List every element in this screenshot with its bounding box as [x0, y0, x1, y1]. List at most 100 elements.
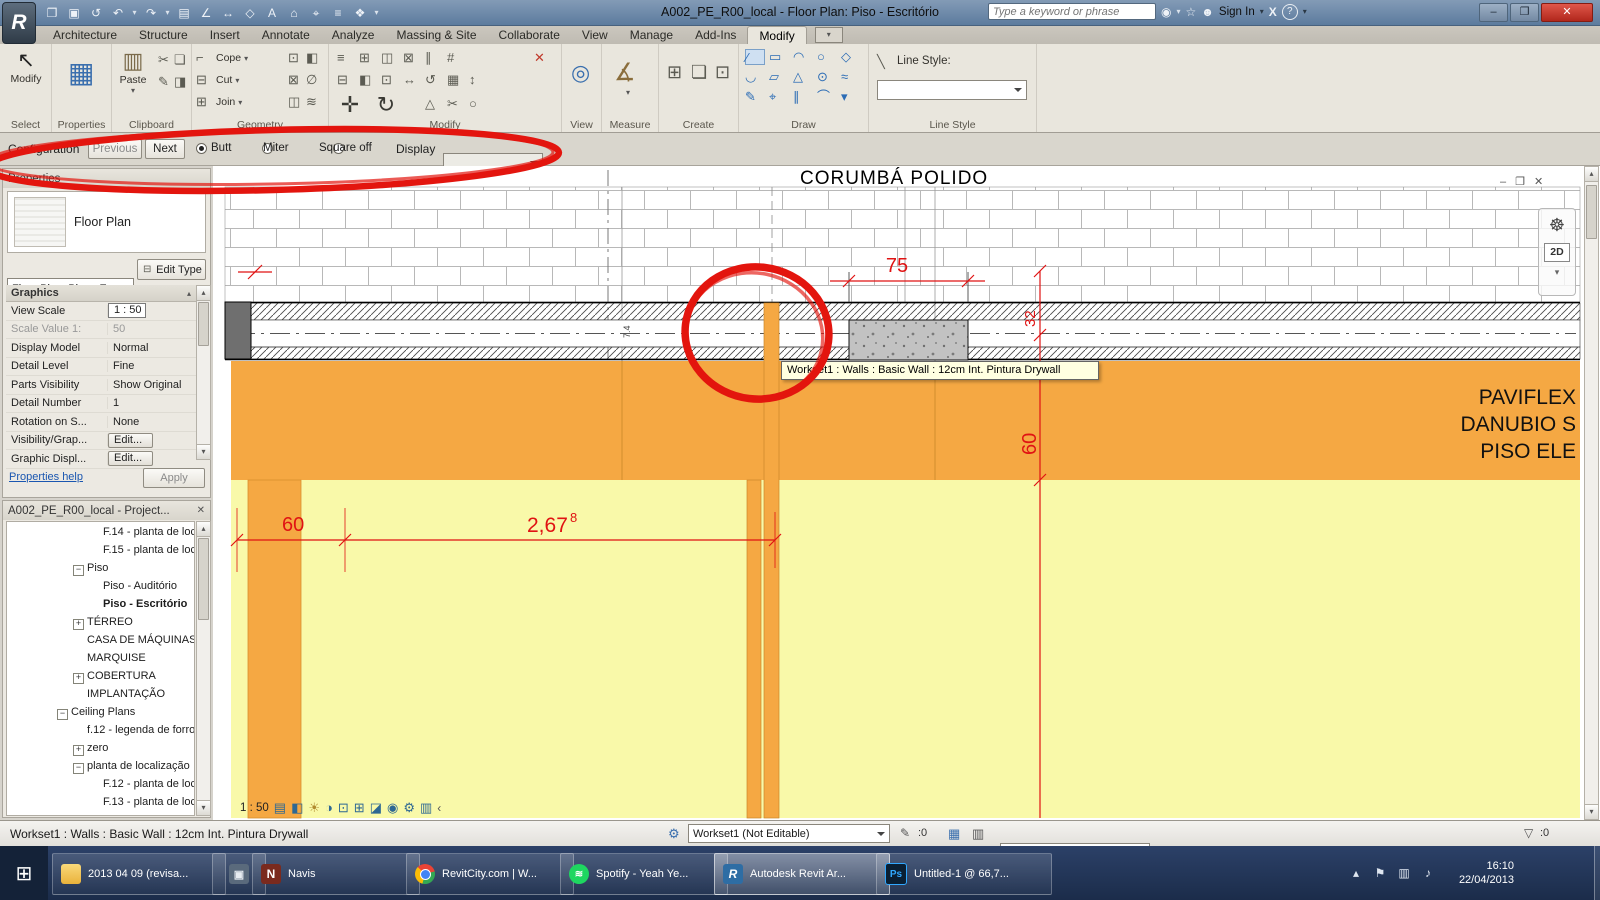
reveal-hidden-elements-icon[interactable]: ◉: [387, 800, 398, 816]
visual-style-icon[interactable]: ◧: [291, 800, 303, 816]
taskbar-item-folder[interactable]: 2013 04 09 (revisa...: [52, 853, 226, 895]
shadows-icon[interactable]: ◑: [325, 800, 333, 815]
application-menu-button[interactable]: R: [2, 2, 36, 44]
drywall-wall-plan[interactable]: [764, 303, 779, 818]
tree-item[interactable]: Piso: [87, 562, 108, 579]
tab-collaborate[interactable]: Collaborate: [488, 26, 571, 44]
apply-button[interactable]: Apply: [143, 468, 205, 488]
tree-item[interactable]: MARQUISE: [87, 652, 146, 669]
tree-item[interactable]: F.13 - planta de loca: [103, 796, 195, 813]
delete-icon[interactable]: ✕: [534, 50, 551, 66]
measure-dropdown-icon[interactable]: ▾: [626, 88, 630, 97]
nav-expand-icon[interactable]: ▾: [1539, 267, 1575, 278]
worksharing-display-icon[interactable]: ⚙: [403, 800, 415, 816]
draw-pick-point-icon[interactable]: ⌖: [769, 89, 789, 105]
tree-item[interactable]: Piso - Auditório: [103, 580, 177, 597]
tree-item[interactable]: F.14 - planta de localiza: [103, 526, 195, 543]
expand-icon[interactable]: +: [73, 673, 84, 684]
tab-architecture[interactable]: Architecture: [42, 26, 128, 44]
view-restore-icon[interactable]: ❐: [1515, 175, 1525, 188]
tree-item[interactable]: f.12 - legenda de forros: [87, 724, 195, 741]
panel-label-draw[interactable]: Draw: [739, 119, 868, 131]
tab-structure[interactable]: Structure: [128, 26, 199, 44]
maximize-button[interactable]: ❐: [1510, 3, 1539, 22]
view-close-icon[interactable]: ✕: [1534, 175, 1543, 188]
property-row[interactable]: Scale Value 1:50: [6, 321, 196, 340]
search-dropdown-icon[interactable]: ▾: [1176, 7, 1180, 16]
draw-circle-icon[interactable]: ○: [817, 49, 837, 65]
graphic-display-edit-button[interactable]: Edit...: [108, 451, 153, 466]
draw-parallelogram-icon[interactable]: ▱: [769, 69, 789, 85]
create-similar-icon[interactable]: ❏: [691, 62, 707, 83]
graphics-section-header[interactable]: Graphics ▴: [6, 285, 196, 302]
start-button[interactable]: ⊞: [0, 846, 48, 900]
property-row[interactable]: Visibility/Grap...Edit...: [6, 432, 196, 451]
panel-label-properties[interactable]: Properties: [52, 119, 111, 131]
scrollbar-thumb[interactable]: [1586, 185, 1597, 239]
draw-rectangle-icon[interactable]: ▭: [769, 49, 789, 65]
search-input[interactable]: [988, 3, 1156, 20]
modify-extra-1-icon[interactable]: △: [425, 96, 442, 112]
previous-button[interactable]: Previous: [88, 139, 142, 159]
wall-joins-icon[interactable]: ⊡: [288, 50, 305, 66]
tab-manage[interactable]: Manage: [619, 26, 684, 44]
worksets-icon[interactable]: ⚙: [668, 826, 680, 842]
property-row[interactable]: Graphic Displ...Edit...: [6, 450, 196, 469]
properties-button[interactable]: ▦: [68, 56, 94, 89]
close-button[interactable]: ✕: [1541, 3, 1593, 22]
property-row[interactable]: Display ModelNormal: [6, 339, 196, 358]
minimize-button[interactable]: –: [1479, 3, 1508, 22]
type-selector-box[interactable]: Floor Plan: [7, 191, 206, 253]
sun-path-icon[interactable]: ☀: [308, 800, 320, 816]
panel-label-select[interactable]: Select: [0, 119, 51, 131]
offset-icon[interactable]: ⊞: [359, 50, 376, 66]
scroll-up-icon[interactable]: ▴: [197, 522, 210, 537]
tree-item[interactable]: F.15 - planta de localiza: [103, 544, 195, 561]
taskbar-item-navisworks[interactable]: N Navis: [252, 853, 420, 895]
move-icon[interactable]: ✛: [337, 92, 363, 118]
panel-label-create[interactable]: Create: [659, 119, 738, 131]
paint-icon[interactable]: ◫: [288, 94, 305, 110]
project-browser-header[interactable]: A002_PE_R00_local - Project... ✕: [3, 501, 210, 520]
tab-analyze[interactable]: Analyze: [321, 26, 386, 44]
scroll-up-icon[interactable]: ▴: [1585, 167, 1598, 182]
tree-item[interactable]: CASA DE MÁQUINAS: [87, 634, 195, 651]
browser-scrollbar[interactable]: ▴ ▾: [196, 521, 211, 816]
scroll-down-icon[interactable]: ▾: [197, 800, 210, 815]
taskbar-item-revit[interactable]: R Autodesk Revit Ar...: [714, 853, 890, 895]
property-row[interactable]: Parts VisibilityShow Original: [6, 376, 196, 395]
collapse-icon[interactable]: −: [57, 709, 68, 720]
ribbon-display-toggle-icon[interactable]: ▾: [815, 27, 843, 43]
scroll-down-icon[interactable]: ▾: [1585, 804, 1598, 819]
property-row[interactable]: View Scale1 : 50: [6, 302, 196, 321]
section-collapse-icon[interactable]: ▴: [187, 289, 191, 298]
scroll-down-icon[interactable]: ▾: [197, 444, 210, 459]
edit-type-button[interactable]: ⊟ Edit Type: [137, 259, 206, 280]
tab-add-ins[interactable]: Add-Ins: [684, 26, 747, 44]
canvas-vertical-scrollbar[interactable]: ▴ ▾: [1584, 166, 1599, 820]
line-style-select[interactable]: [877, 80, 1027, 100]
show-hidden-icons[interactable]: ▴: [1348, 866, 1364, 880]
create-assembly-icon[interactable]: ⊡: [715, 62, 730, 83]
properties-header[interactable]: Properties: [3, 169, 210, 188]
taskbar-clock[interactable]: 16:10 22/04/2013: [1444, 859, 1514, 887]
tree-item-selected[interactable]: Piso - Escritório: [103, 598, 187, 615]
rotate-icon[interactable]: ↻: [373, 92, 399, 118]
panel-label-measure[interactable]: Measure: [602, 119, 658, 131]
draw-partial-arc-icon[interactable]: ⌒: [817, 89, 837, 105]
panel-label-geometry[interactable]: Geometry: [192, 119, 328, 131]
sign-in-label[interactable]: Sign In: [1219, 6, 1255, 18]
match-type-icon[interactable]: ✎: [158, 74, 175, 90]
help-dropdown-icon[interactable]: ▾: [1303, 7, 1307, 16]
design-options-icon[interactable]: ▦: [948, 826, 960, 842]
tab-modify[interactable]: Modify: [747, 26, 806, 45]
temporary-view-properties-icon[interactable]: ▥: [420, 800, 432, 816]
draw-ellipse-icon[interactable]: ⊙: [817, 69, 837, 85]
editable-only-icon[interactable]: ✎: [900, 826, 910, 840]
draw-line-icon[interactable]: ∕: [745, 49, 765, 65]
draw-pick-walls-icon[interactable]: ∥: [793, 89, 813, 105]
split-face-icon[interactable]: ≋: [306, 94, 323, 110]
sign-in-icon[interactable]: ☻: [1201, 5, 1214, 19]
draw-arc-icon[interactable]: ◠: [793, 49, 813, 65]
butt-radio-label[interactable]: Butt: [211, 142, 231, 154]
